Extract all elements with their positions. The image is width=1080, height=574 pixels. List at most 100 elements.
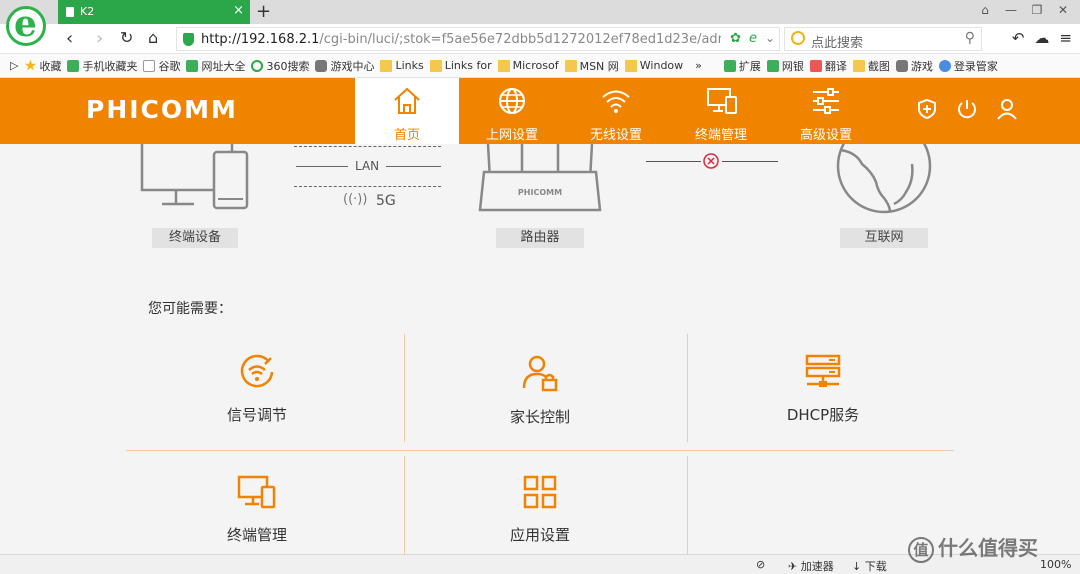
skin-button[interactable]: ⌂ — [974, 3, 996, 21]
bookmark-label: 360搜索 — [266, 59, 310, 73]
bookmark-item[interactable]: 收藏 — [24, 58, 61, 74]
bookmark-item[interactable]: Microsof — [497, 59, 559, 72]
toolbar-item[interactable]: 翻译 — [809, 58, 847, 74]
close-window-button[interactable]: ✕ — [1052, 3, 1074, 21]
toolbar-item[interactable]: 游戏 — [895, 58, 933, 74]
toolbar-item[interactable]: 截图 — [852, 58, 890, 74]
browser-logo-icon[interactable]: e — [6, 3, 46, 46]
forward-arrow-icon[interactable]: › — [96, 28, 103, 49]
screenshot-icon — [852, 59, 865, 72]
globe-icon — [499, 88, 525, 114]
window-controls: ⌂ — ❐ ✕ — [974, 3, 1074, 21]
grid-divider — [404, 334, 405, 442]
shield-plus-icon[interactable] — [916, 98, 938, 120]
toolbar-label: 网银 — [781, 59, 804, 73]
card-app-settings[interactable]: 应用设置 — [440, 474, 640, 545]
tab-home[interactable]: 首页 — [355, 78, 459, 144]
bookmark-item[interactable]: 网址大全 — [186, 58, 245, 74]
tab-wireless-settings[interactable]: 无线设置 — [564, 78, 668, 144]
star-icon — [24, 59, 37, 71]
connector-line — [296, 166, 348, 167]
toolbar-label: 扩展 — [738, 59, 761, 73]
tab-title: K2 — [80, 5, 95, 18]
more-bookmarks-button[interactable]: » — [695, 59, 702, 72]
bookmark-item[interactable]: Links for — [429, 59, 492, 72]
tab-wireless-settings-label: 无线设置 — [589, 128, 642, 143]
bookmark-label: Window — [639, 59, 684, 72]
accelerator-button[interactable]: ✈ 加速器 — [788, 558, 834, 574]
internet-globe-icon — [836, 144, 932, 214]
card-dhcp-service-label: DHCP服务 — [786, 406, 860, 424]
watermark-text: 什么值得买 — [938, 536, 1038, 560]
router-device-icon: PHICOMM — [478, 144, 602, 212]
zoom-level[interactable]: 100% — [1040, 558, 1071, 571]
bookmark-item[interactable]: 谷歌 — [143, 58, 180, 74]
bookmark-item[interactable]: MSN 网 — [564, 58, 619, 74]
tab-internet-settings-label: 上网设置 — [485, 128, 538, 143]
search-icon[interactable]: ⚲ — [965, 30, 975, 46]
search-input[interactable]: 点此搜索 ⚲ — [784, 27, 982, 51]
card-dhcp-service[interactable]: DHCP服务 — [723, 354, 923, 425]
toolbar-item[interactable]: 扩展 — [723, 58, 761, 74]
bookmark-label: Links — [395, 59, 424, 72]
chrome-mode-icon[interactable]: ✿ — [730, 31, 741, 46]
download-button[interactable]: ↓ 下载 — [852, 558, 887, 574]
url-input[interactable]: http://192.168.2.1/cgi-bin/luci/;stok=f5… — [176, 27, 780, 51]
card-parental-control-label: 家长控制 — [509, 408, 570, 426]
toolbar-label: 截图 — [867, 59, 890, 73]
bookmark-item[interactable]: 360搜索 — [251, 58, 309, 74]
signal-adjust-icon — [240, 354, 274, 388]
toolbar-item[interactable]: 登录管家 — [938, 58, 998, 74]
user-icon[interactable] — [996, 98, 1018, 120]
tab-home-label: 首页 — [393, 128, 420, 143]
bookmark-item[interactable]: 游戏中心 — [315, 58, 374, 74]
minimize-button[interactable]: — — [1000, 3, 1022, 21]
menu-icon[interactable]: ≡ — [1059, 29, 1072, 47]
undo-icon[interactable]: ↶ — [1012, 29, 1025, 47]
disconnected-error-icon — [703, 153, 719, 169]
toolbar-item[interactable]: 网银 — [766, 58, 804, 74]
bookmark-label: 收藏 — [39, 59, 62, 73]
back-arrow-icon[interactable]: ‹ — [66, 28, 73, 49]
ie-mode-icon[interactable]: e — [749, 31, 757, 46]
cloud-icon[interactable]: ☁ — [1034, 29, 1049, 47]
card-parental-control[interactable]: 家长控制 — [440, 354, 640, 427]
apps-grid-icon — [523, 475, 557, 509]
bookmark-item[interactable]: 手机收藏夹 — [67, 58, 137, 74]
url-path: /cgi-bin/luci/;stok=f5ae56e72dbb5d127201… — [319, 32, 721, 47]
bookmark-label: MSN 网 — [579, 59, 619, 73]
toolbar-label: 登录管家 — [953, 59, 998, 73]
toolbar-label: 游戏 — [910, 59, 933, 73]
search-placeholder: 点此搜索 — [811, 36, 864, 51]
connector-line — [294, 146, 441, 147]
new-tab-button[interactable]: + — [256, 1, 271, 22]
devices-label: 终端设备 — [152, 228, 238, 248]
ie-status-icon[interactable]: ⊘ — [756, 558, 765, 571]
bookmark-item[interactable]: Links — [380, 59, 424, 72]
url-dropdown-icon[interactable]: ⌄ — [765, 31, 775, 45]
restore-button[interactable]: ❐ — [1026, 3, 1048, 21]
download-label: 下载 — [864, 560, 887, 573]
browser-logo-letter: e — [14, 3, 37, 45]
tab-terminal-management[interactable]: 终端管理 — [669, 78, 773, 144]
sidebar-toggle-icon[interactable]: ▷ — [10, 59, 18, 72]
refresh-icon[interactable]: ↻ — [120, 28, 133, 47]
globe-icon — [186, 59, 199, 72]
power-icon[interactable] — [956, 98, 978, 120]
toolbar-label: 翻译 — [824, 59, 847, 73]
wireless-signal-icon: ((·)) — [343, 192, 368, 207]
search-icon — [251, 59, 264, 72]
accelerator-label: 加速器 — [800, 560, 834, 573]
tab-close-button[interactable]: × — [233, 3, 244, 18]
card-device-management[interactable]: 终端管理 — [157, 474, 357, 545]
tab-internet-settings[interactable]: 上网设置 — [460, 78, 564, 144]
translate-icon — [809, 59, 822, 72]
home-icon[interactable]: ⌂ — [148, 28, 158, 47]
connector-line — [646, 161, 701, 162]
card-signal-adjust[interactable]: 信号调节 — [157, 354, 357, 425]
tab-k2[interactable]: K2 × — [58, 0, 250, 24]
connector-line — [722, 161, 778, 162]
bookmark-label: 手机收藏夹 — [82, 59, 138, 73]
bookmark-item[interactable]: Window — [624, 59, 684, 72]
tab-advanced-settings[interactable]: 高级设置 — [774, 78, 878, 144]
